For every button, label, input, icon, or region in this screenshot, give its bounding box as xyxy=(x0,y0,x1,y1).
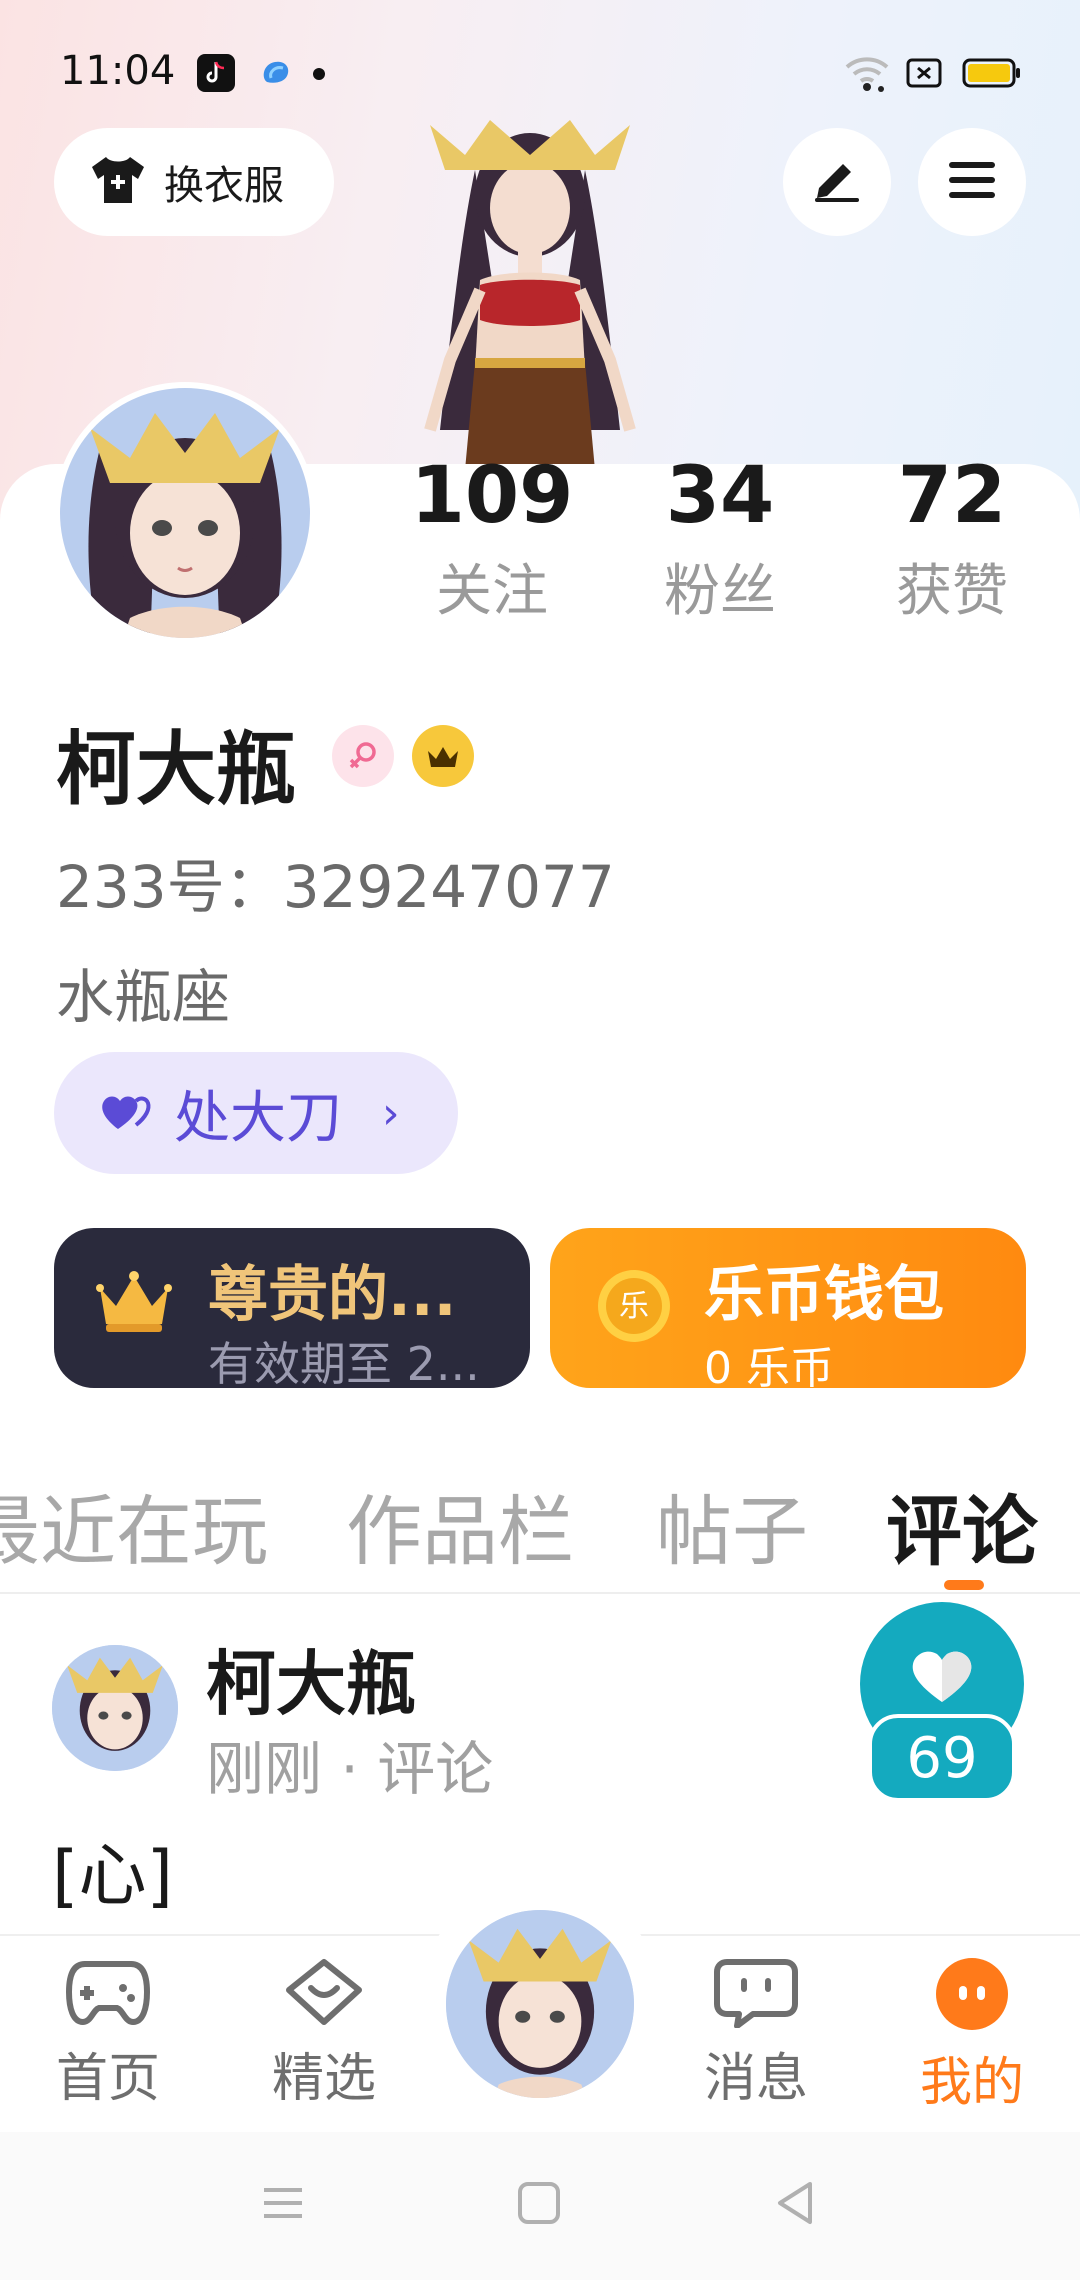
heart-icon xyxy=(909,1646,975,1708)
nav-mine-label: 我的 xyxy=(919,2053,1024,2113)
likes-count: 72 xyxy=(897,451,1007,541)
coin-icon: 乐 xyxy=(594,1266,674,1350)
nav-home-label: 首页 xyxy=(55,2049,160,2109)
wallet-balance: 0 乐币 xyxy=(704,1343,834,1394)
following-count: 109 xyxy=(410,451,574,541)
coin-wallet-card[interactable]: 乐 乐币钱包 0 乐币 xyxy=(550,1228,1026,1394)
home-icon[interactable] xyxy=(514,2178,564,2232)
vip-membership-card[interactable]: 尊贵的... 有效期至 2... xyxy=(54,1228,530,1391)
profile-tag-label: 处大刀 xyxy=(174,1085,342,1151)
likes-label: 获赞 xyxy=(896,558,1008,624)
comment-author-avatar[interactable] xyxy=(52,1645,178,1771)
tab-comments[interactable]: 评论 xyxy=(886,1470,1038,1580)
double-heart-icon xyxy=(98,1089,154,1137)
menu-button[interactable] xyxy=(918,128,1026,236)
nav-mine[interactable]: 我的 xyxy=(892,1956,1052,2115)
like-count: 69 xyxy=(868,1714,1016,1802)
tab-recently-played[interactable]: 最近在玩 xyxy=(0,1470,268,1580)
system-navigation-bar xyxy=(0,2132,1080,2280)
coin-glyph: 乐 xyxy=(619,1289,649,1324)
profile-tabs: 最近在玩 作品栏 帖子 评论 xyxy=(0,1470,1080,1590)
fans-count: 34 xyxy=(665,451,775,541)
tshirt-icon xyxy=(88,153,148,211)
profile-screen: { "status_bar": { "time": "11:04" }, "he… xyxy=(0,0,1080,2280)
mine-icon xyxy=(929,1958,1015,2036)
message-icon xyxy=(713,1959,799,2032)
fans-label: 粉丝 xyxy=(664,558,776,624)
likes-stat[interactable]: 72 获赞 xyxy=(852,451,1052,627)
zodiac-sign: 水瓶座 xyxy=(56,963,231,1031)
chevron-right-icon: › xyxy=(382,1087,400,1139)
following-stat[interactable]: 109 关注 xyxy=(392,451,592,627)
avatar-3d-character[interactable] xyxy=(380,100,680,470)
menu-icon xyxy=(947,160,997,204)
no-sim-icon xyxy=(906,58,942,92)
comment-meta: 刚刚 · 评论 xyxy=(206,1735,494,1803)
active-tab-indicator xyxy=(944,1580,984,1590)
fans-stat[interactable]: 34 粉丝 xyxy=(620,451,820,627)
tabs-divider xyxy=(0,1592,1080,1594)
account-id: 233号：329247077 xyxy=(56,853,615,921)
wifi-icon xyxy=(843,53,891,97)
profile-tag-button[interactable]: 处大刀 › xyxy=(54,1052,458,1174)
nav-messages-label: 消息 xyxy=(703,2049,808,2109)
nav-messages[interactable]: 消息 xyxy=(676,1956,836,2111)
change-outfit-button[interactable]: 换衣服 xyxy=(54,128,334,236)
tab-works[interactable]: 作品栏 xyxy=(346,1470,574,1580)
nav-center-avatar[interactable] xyxy=(440,1904,640,2104)
profile-avatar[interactable] xyxy=(54,382,316,644)
gamepad-icon xyxy=(65,1961,151,2032)
nav-featured[interactable]: 精选 xyxy=(244,1956,404,2111)
comment-like-button[interactable]: 69 xyxy=(860,1602,1024,1802)
female-gender-icon xyxy=(332,725,394,787)
nav-home[interactable]: 首页 xyxy=(28,1956,188,2111)
edit-profile-button[interactable] xyxy=(783,128,891,236)
vip-title: 尊贵的... xyxy=(208,1260,457,1330)
nav-featured-label: 精选 xyxy=(271,2049,376,2109)
battery-icon xyxy=(962,58,1022,92)
profile-username: 柯大瓶 xyxy=(56,723,296,816)
app-notification-icon xyxy=(257,54,295,92)
comment-author[interactable]: 柯大瓶 xyxy=(206,1628,416,1729)
change-outfit-label: 换衣服 xyxy=(164,163,284,209)
tiktok-notification-icon xyxy=(197,54,235,92)
tab-posts[interactable]: 帖子 xyxy=(656,1470,808,1580)
gold-crown-icon xyxy=(94,1268,174,1342)
notification-dot-icon xyxy=(313,68,325,80)
pen-icon xyxy=(811,158,863,206)
wallet-title: 乐币钱包 xyxy=(704,1260,944,1330)
recent-apps-icon[interactable] xyxy=(258,2178,308,2232)
vip-crown-icon[interactable] xyxy=(412,725,474,787)
status-time: 11:04 xyxy=(60,48,176,94)
following-label: 关注 xyxy=(436,558,548,624)
vip-expiry: 有效期至 2... xyxy=(208,1337,480,1391)
back-icon[interactable] xyxy=(770,2178,820,2232)
heart-chat-icon xyxy=(281,1959,367,2032)
comment-text: [心] xyxy=(52,1837,174,1916)
